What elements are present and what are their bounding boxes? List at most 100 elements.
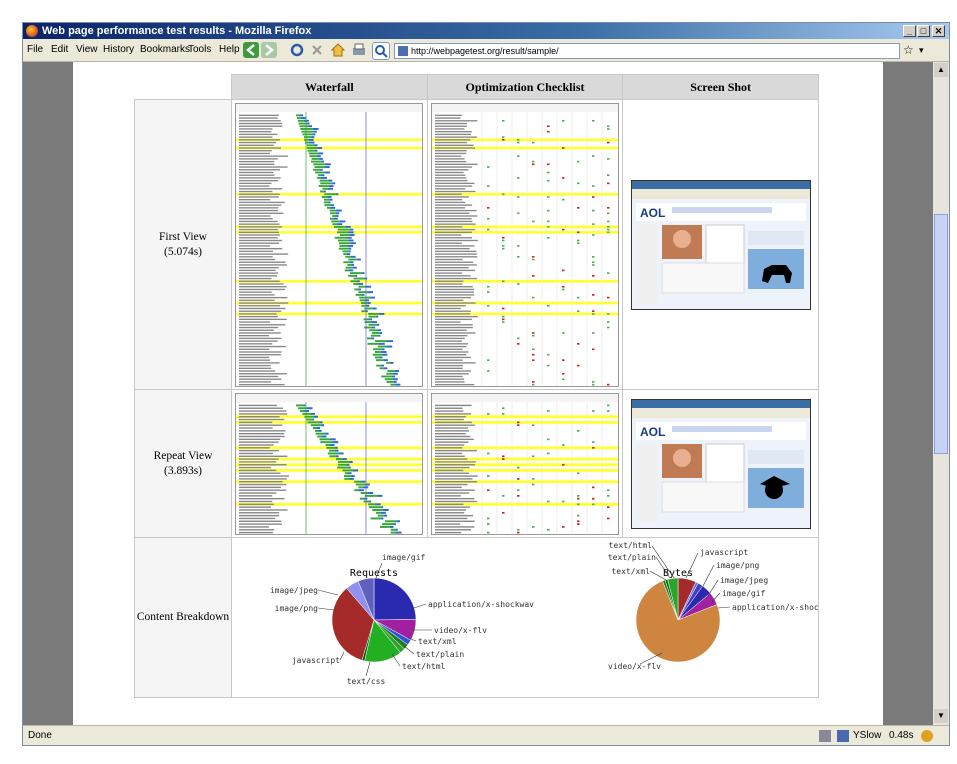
waterfall-bar (327, 195, 332, 198)
waterfall-bar (309, 151, 319, 154)
waterfall-row-label (239, 296, 288, 298)
page-screenshot-thumbnail[interactable]: AOL (630, 398, 811, 529)
waterfall-bar (328, 179, 333, 182)
waterfall-bar (361, 304, 367, 307)
waterfall-row-label (239, 149, 273, 151)
checklist-row-label (434, 342, 469, 345)
checklist-mark (576, 522, 580, 525)
vertical-scrollbar[interactable]: ▲ ▼ (933, 62, 949, 725)
checklist-row-label (434, 477, 473, 480)
chevron-down-icon[interactable]: ▾ (919, 43, 924, 57)
waterfall-bar (321, 423, 325, 426)
close-button[interactable]: ✕ (932, 25, 945, 37)
menu-toolbar: File Edit View History Bookmarks Tools H… (23, 39, 949, 62)
waterfall-row-label (239, 429, 286, 432)
checklist-row-label (434, 364, 463, 366)
waterfall-bar (312, 132, 316, 135)
url-field[interactable]: http://webpagetest.org/result/sample/ (394, 43, 900, 59)
firebug-icon[interactable] (921, 730, 933, 742)
checklist-thumbnail[interactable] (430, 392, 619, 535)
scroll-thumb[interactable] (934, 214, 948, 454)
repeat-view-screenshot[interactable]: AOL (622, 389, 819, 538)
page-screenshot-thumbnail[interactable]: AOL (630, 179, 811, 310)
minimize-button[interactable]: _ (903, 25, 916, 37)
menu-view[interactable]: View (76, 39, 98, 61)
pie-title: Requests (350, 568, 398, 579)
checklist-row-label (434, 285, 473, 287)
repeat-view-checklist[interactable] (426, 389, 624, 538)
menu-file[interactable]: File (27, 39, 43, 61)
checklist-mark (516, 421, 520, 423)
waterfall-bar (392, 377, 399, 380)
menu-edit[interactable]: Edit (51, 39, 68, 61)
scroll-up-icon[interactable]: ▲ (934, 63, 948, 77)
checklist-mark (561, 443, 565, 446)
yslow-label[interactable]: YSlow (853, 726, 881, 745)
waterfall-thumbnail[interactable] (235, 102, 424, 387)
reload-icon[interactable] (289, 42, 305, 58)
star-icon[interactable]: ☆ (903, 43, 914, 57)
waterfall-bar (380, 516, 384, 519)
waterfall-bar (346, 225, 352, 228)
checklist-row-label (434, 483, 468, 485)
waterfall-bar (342, 457, 348, 460)
waterfall-bar (375, 350, 382, 353)
search-icon[interactable] (372, 42, 390, 60)
checklist-row-label (434, 520, 475, 522)
pie-label: javascript (700, 548, 748, 557)
checklist-row-label (434, 163, 478, 165)
waterfall-row-label (239, 514, 280, 516)
stop-icon[interactable] (309, 42, 325, 58)
checklist-row-label (434, 130, 472, 132)
waterfall-row-label (239, 206, 279, 209)
menu-bookmarks[interactable]: Bookmarks (140, 39, 190, 61)
waterfall-bar (307, 143, 315, 146)
back-icon[interactable] (243, 42, 259, 58)
checklist-row-label (434, 217, 472, 219)
checklist-mark (606, 225, 610, 228)
menu-tools[interactable]: Tools (188, 39, 211, 61)
checklist-mark (576, 309, 580, 312)
checklist-header (431, 393, 618, 402)
repeat-view-waterfall[interactable] (231, 389, 428, 538)
scroll-down-icon[interactable]: ▼ (934, 709, 948, 723)
waterfall-bar (361, 491, 369, 494)
menu-history[interactable]: History (103, 39, 134, 61)
checklist-row-label (434, 457, 468, 460)
checklist-row-label (434, 225, 463, 228)
yslow-icon[interactable] (837, 730, 849, 742)
waterfall-thumbnail[interactable] (235, 392, 424, 535)
checklist-row-label (434, 301, 476, 304)
checklist-mark (486, 358, 490, 361)
first-view-screenshot[interactable]: AOL (622, 99, 819, 390)
first-view-checklist[interactable] (426, 99, 624, 390)
waterfall-row-label (239, 125, 283, 127)
checklist-header: Optimization Checklist (426, 74, 624, 100)
checklist-row-label (434, 160, 467, 162)
waterfall-bar (328, 451, 340, 454)
waterfall-row-label (239, 432, 285, 434)
screenshot-header: Screen Shot (622, 74, 819, 100)
waterfall-bar (362, 293, 365, 296)
addon-icon[interactable] (819, 730, 831, 742)
waterfall-row-label (239, 114, 280, 116)
checklist-row-label (434, 212, 470, 214)
results-page: Waterfall Optimization Checklist Screen … (73, 62, 883, 725)
waterfall-bar (324, 192, 337, 195)
waterfall-bar (314, 143, 318, 146)
first-view-waterfall[interactable] (231, 99, 428, 390)
waterfall-bar (357, 279, 361, 282)
pie-label-leader (365, 661, 371, 677)
pie-title: Bytes (663, 568, 693, 579)
checklist-row-label (434, 528, 472, 530)
maximize-button[interactable]: □ (917, 25, 930, 37)
home-icon[interactable] (330, 42, 346, 58)
print-icon[interactable] (351, 42, 367, 58)
checklist-mark (501, 119, 505, 122)
checklist-thumbnail[interactable] (430, 102, 619, 387)
menu-help[interactable]: Help (219, 39, 240, 61)
checklist-row-label (434, 271, 463, 274)
waterfall-bar (353, 282, 359, 285)
checklist-mark (561, 198, 565, 200)
forward-icon[interactable] (261, 42, 277, 58)
